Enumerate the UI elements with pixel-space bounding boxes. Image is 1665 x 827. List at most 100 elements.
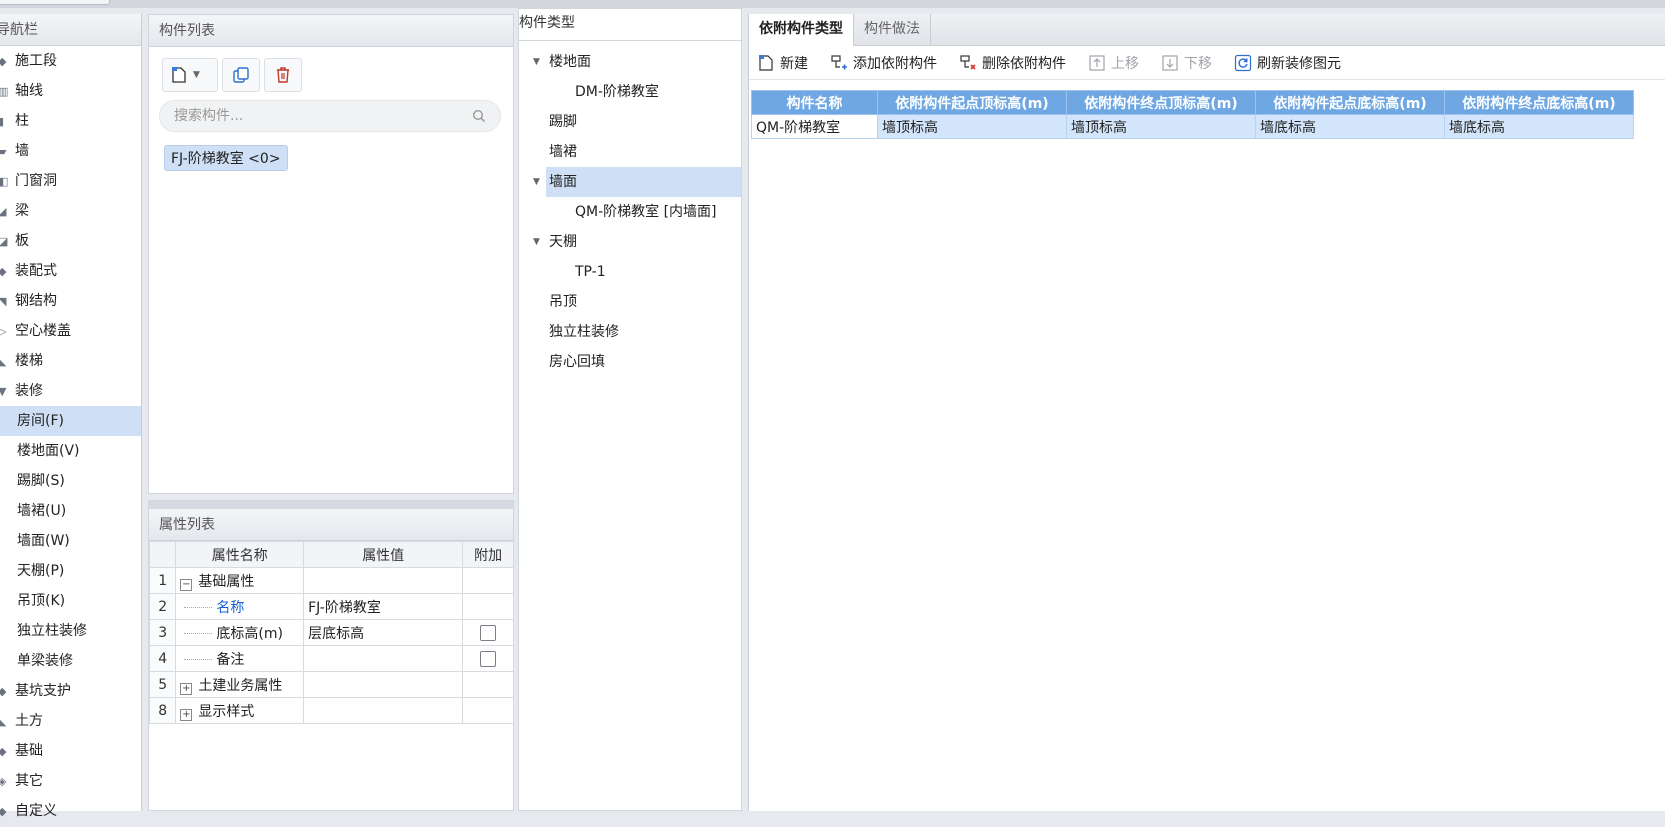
extra-checkbox-remark[interactable] <box>480 650 497 667</box>
attached-component-table: 构件名称 依附构件起点顶标高(m) 依附构件终点顶标高(m) 依附构件起点底标高… <box>751 90 1634 139</box>
arrow-down-icon <box>1162 54 1178 71</box>
nav-item-wall-surface[interactable]: 墙面(W) <box>0 526 141 556</box>
steel-icon: ◥ <box>0 295 7 308</box>
col-start-top-elevation: 依附构件起点顶标高(m) <box>877 90 1067 115</box>
nav-item-decoration[interactable]: ▼ 装修 <box>0 376 141 406</box>
tree-item-ceiling[interactable]: ▼ 天棚 <box>519 227 741 257</box>
tree-item-dado[interactable]: 墙裙 <box>519 137 741 167</box>
nav-item-slab[interactable]: ◪ 板 <box>0 226 141 256</box>
tree-item-backfill[interactable]: 房心回填 <box>519 347 741 377</box>
tree-item-floor[interactable]: ▼ 楼地面 <box>519 47 741 77</box>
nav-item-earthwork[interactable]: ◣ 土方 <box>0 706 141 736</box>
earthwork-icon: ◣ <box>0 715 7 728</box>
slab-icon: ◪ <box>0 235 9 248</box>
delete-component-button[interactable] <box>264 58 302 92</box>
tree-item-qm[interactable]: QM-阶梯教室 [内墙面] <box>519 197 741 227</box>
search-placeholder: 搜索构件... <box>174 108 244 124</box>
nav-item-ceiling[interactable]: 天棚(P) <box>0 556 141 586</box>
tab-attached-types[interactable]: 依附构件类型 <box>749 14 854 46</box>
chevron-down-icon[interactable]: ▼ <box>533 227 540 257</box>
bottom-elevation-value-cell[interactable]: 层底标高 <box>303 619 464 646</box>
property-list-header: 属性列表 <box>149 509 513 541</box>
nav-item-column-finish[interactable]: 独立柱装修 <box>0 616 141 646</box>
new-button[interactable]: 新建 <box>757 53 808 73</box>
new-component-button[interactable]: ▼ <box>162 58 218 92</box>
tree-item-suspended-ceiling[interactable]: 吊顶 <box>519 287 741 317</box>
component-item-selected[interactable]: FJ-阶梯教室 <0> <box>164 145 288 171</box>
delete-attached-button[interactable]: 删除依附构件 <box>959 53 1066 73</box>
extra-checkbox-bottom-elevation[interactable] <box>480 624 497 641</box>
move-up-button[interactable]: 上移 <box>1088 53 1139 73</box>
nav-item-suspended-ceiling[interactable]: 吊顶(K) <box>0 586 141 616</box>
nav-item-skirting[interactable]: 踢脚(S) <box>0 466 141 496</box>
nav-item-floor[interactable]: 楼地面(V) <box>0 436 141 466</box>
tab-component-method[interactable]: 构件做法 <box>854 14 931 45</box>
nav-item-column[interactable]: ▮ 柱 <box>0 106 141 136</box>
col-end-bottom-elevation: 依附构件终点底标高(m) <box>1444 90 1634 115</box>
table-row[interactable]: 5 + 土建业务属性 <box>148 671 514 698</box>
trash-icon <box>277 67 289 83</box>
expand-icon[interactable]: + <box>180 682 193 695</box>
nav-item-stairs[interactable]: ◣ 楼梯 <box>0 346 141 376</box>
component-search-input[interactable]: 搜索构件... <box>159 100 501 132</box>
segment-icon: ◆ <box>0 55 7 68</box>
name-value-cell[interactable]: FJ-阶梯教室 <box>303 593 464 620</box>
component-list-panel: 构件列表 ▼ 搜索构件... FJ-阶梯教室 <0> <box>148 14 514 494</box>
table-row[interactable]: 1 − 基础属性 <box>148 567 514 594</box>
nav-item-hollow-floor[interactable]: ▷ 空心楼盖 <box>0 316 141 346</box>
refresh-icon <box>1234 54 1252 71</box>
nav-item-wall[interactable]: ▰ 墙 <box>0 136 141 166</box>
search-icon[interactable] <box>472 109 486 123</box>
nav-item-beam[interactable]: ◢ 梁 <box>0 196 141 226</box>
nav-item-dado[interactable]: 墙裙(U) <box>0 496 141 526</box>
nav-title: 导航栏 <box>0 22 38 38</box>
table-row[interactable]: 4 备注 <box>148 645 514 672</box>
nav-item-room[interactable]: 房间(F) <box>0 406 141 436</box>
copy-icon <box>233 67 249 83</box>
refresh-decoration-button[interactable]: 刷新装修图元 <box>1234 53 1341 73</box>
tree-item-tp[interactable]: TP-1 <box>519 257 741 287</box>
nav-item-door-window[interactable]: ◧ 门窗洞 <box>0 166 141 196</box>
tree-item-skirting[interactable]: 踢脚 <box>519 107 741 137</box>
nav-header: 导航栏 <box>0 14 141 46</box>
tree-item-dm[interactable]: DM-阶梯教室 <box>519 77 741 107</box>
add-attached-button[interactable]: 添加依附构件 <box>830 53 937 73</box>
remark-value-cell[interactable] <box>303 645 464 672</box>
nav-item-pit-support[interactable]: ◆ 基坑支护 <box>0 676 141 706</box>
nav-item-foundation[interactable]: ◆ 基础 <box>0 736 141 766</box>
collapse-icon[interactable]: − <box>180 578 193 591</box>
nav-item-axis[interactable]: ▥ 轴线 <box>0 76 141 106</box>
nav-item-other[interactable]: ◈ 其它 <box>0 766 141 796</box>
nav-item-segment[interactable]: ◆ 施工段 <box>0 46 141 76</box>
navigation-panel: 导航栏 ◆ 施工段 ▥ 轴线 ▮ 柱 ▰ 墙 ◧ 门窗洞 ◢ 梁 ◪ 板 ◆ 装配式 ◥ 钢结构 … <box>0 14 142 819</box>
col-prop-extra: 附加 <box>462 541 514 568</box>
move-down-button[interactable]: 下移 <box>1161 53 1212 73</box>
nav-list: ◆ 施工段 ▥ 轴线 ▮ 柱 ▰ 墙 ◧ 门窗洞 ◢ 梁 ◪ 板 ◆ 装配式 ◥ 钢结构 ▷ 空心楼… <box>0 46 141 826</box>
table-row[interactable]: 3 底标高(m) 层底标高 <box>148 619 514 646</box>
chevron-down-icon[interactable]: ▼ <box>533 167 540 197</box>
col-end-top-elevation: 依附构件终点顶标高(m) <box>1066 90 1256 115</box>
nav-item-beam-finish[interactable]: 单梁装修 <box>0 646 141 676</box>
component-type-panel: 构件类型 ▼ 楼地面 DM-阶梯教室 踢脚 墙裙 ▼ 墙面 QM-阶梯教室 [内墙面… <box>518 8 742 811</box>
stairs-icon: ◣ <box>0 355 7 368</box>
nav-item-prefab[interactable]: ◆ 装配式 <box>0 256 141 286</box>
expand-icon[interactable]: + <box>180 708 193 721</box>
property-table-header: 属性名称 属性值 附加 <box>148 541 514 568</box>
nav-item-steel[interactable]: ◥ 钢结构 <box>0 286 141 316</box>
foundation-icon: ◆ <box>0 745 7 758</box>
attached-table-header: 构件名称 依附构件起点顶标高(m) 依附构件终点顶标高(m) 依附构件起点底标高… <box>751 90 1634 115</box>
property-list-panel: 属性列表 属性名称 属性值 附加 1 − 基础属性 2 名称 FJ-阶梯教室 3 … <box>148 500 514 811</box>
window-tab-stub <box>0 0 110 5</box>
table-row[interactable]: 8 + 显示样式 <box>148 697 514 724</box>
door-window-icon: ◧ <box>0 175 9 188</box>
chevron-down-icon[interactable]: ▼ <box>193 70 200 80</box>
table-row[interactable]: 2 名称 FJ-阶梯教室 <box>148 593 514 620</box>
tree-item-column-finish[interactable]: 独立柱装修 <box>519 317 741 347</box>
splitter[interactable] <box>149 501 513 509</box>
table-row[interactable]: QM-阶梯教室 墙顶标高 墙顶标高 墙底标高 墙底标高 <box>751 114 1634 139</box>
chevron-down-icon[interactable]: ▼ <box>533 47 540 77</box>
tree-item-wall-surface[interactable]: ▼ 墙面 <box>519 167 741 197</box>
component-toolbar: ▼ <box>162 58 302 92</box>
copy-component-button[interactable] <box>222 58 260 92</box>
nav-item-custom[interactable]: ◆ 自定义 <box>0 796 141 826</box>
